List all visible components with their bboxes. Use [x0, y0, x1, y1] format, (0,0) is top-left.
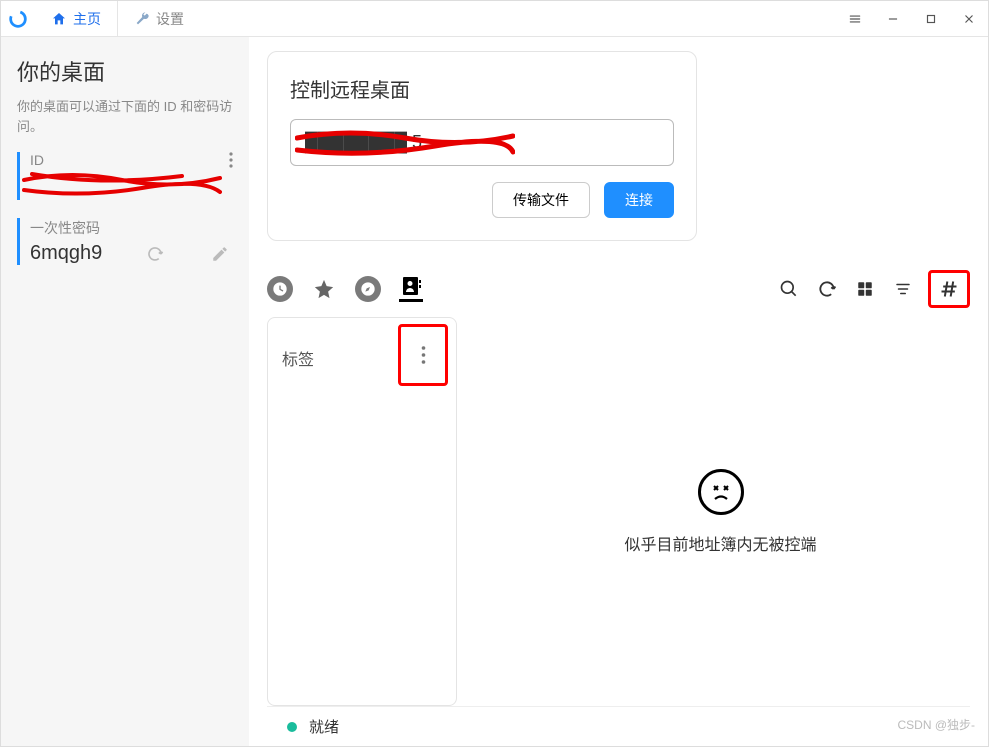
id-value: ████████: [30, 175, 143, 198]
recent-icon[interactable]: [267, 276, 293, 302]
refresh-icon[interactable]: [814, 276, 840, 302]
id-more-button[interactable]: [229, 152, 233, 168]
remote-title: 控制远程桌面: [290, 74, 674, 103]
tab-settings[interactable]: 设置: [118, 1, 200, 36]
main: 控制远程桌面 ████████ 5 传输文件 连接: [249, 37, 988, 746]
connect-button[interactable]: 连接: [604, 182, 674, 218]
empty-face-icon: [698, 469, 744, 515]
otp-block: 一次性密码 6mqgh9: [17, 218, 233, 265]
tags-label: 标签: [282, 346, 314, 370]
favorite-icon[interactable]: [311, 276, 337, 302]
otp-label: 一次性密码: [30, 218, 100, 238]
empty-text: 似乎目前地址簿内无被控端: [624, 531, 816, 555]
home-icon: [51, 11, 67, 27]
watermark: CSDN @独步-: [897, 716, 975, 733]
remote-id-value: ████████ 5: [305, 132, 422, 152]
wrench-icon: [134, 11, 150, 27]
tab-home[interactable]: 主页: [35, 1, 118, 36]
discover-icon[interactable]: [355, 276, 381, 302]
tab-settings-label: 设置: [156, 9, 184, 29]
otp-value: 6mqgh9: [30, 242, 102, 265]
hash-button-highlighted: [928, 270, 970, 308]
tab-home-label: 主页: [73, 9, 101, 29]
minimize-button[interactable]: [874, 1, 912, 36]
status-bar: 就绪: [267, 706, 970, 746]
status-text: 就绪: [309, 716, 339, 737]
sidebar-title: 你的桌面: [17, 55, 233, 87]
id-label: ID: [30, 152, 44, 168]
tags-more-button[interactable]: [421, 345, 426, 365]
sidebar-subtitle: 你的桌面可以通过下面的 ID 和密码访问。: [17, 97, 233, 136]
transfer-file-button[interactable]: 传输文件: [492, 182, 590, 218]
hash-icon[interactable]: [935, 275, 963, 303]
list-toolbar: [267, 269, 970, 309]
status-dot: [287, 722, 297, 732]
close-button[interactable]: [950, 1, 988, 36]
grid-view-icon[interactable]: [852, 276, 878, 302]
remote-id-input[interactable]: ████████ 5: [290, 119, 674, 166]
otp-refresh-button[interactable]: [142, 245, 168, 263]
tags-panel: 标签: [267, 317, 457, 706]
empty-state: 似乎目前地址簿内无被控端: [471, 317, 970, 706]
maximize-button[interactable]: [912, 1, 950, 36]
titlebar: 主页 设置: [1, 1, 988, 37]
menu-button[interactable]: [836, 1, 874, 36]
sort-icon[interactable]: [890, 276, 916, 302]
search-icon[interactable]: [776, 276, 802, 302]
tags-more-highlighted: [398, 324, 448, 386]
address-book-icon[interactable]: [399, 276, 423, 302]
otp-edit-button[interactable]: [207, 245, 233, 263]
remote-card: 控制远程桌面 ████████ 5 传输文件 连接: [267, 51, 697, 241]
sidebar: 你的桌面 你的桌面可以通过下面的 ID 和密码访问。 ID ████████ 一…: [1, 37, 249, 746]
app-logo: [1, 1, 35, 36]
id-block: ID ████████: [17, 152, 233, 200]
